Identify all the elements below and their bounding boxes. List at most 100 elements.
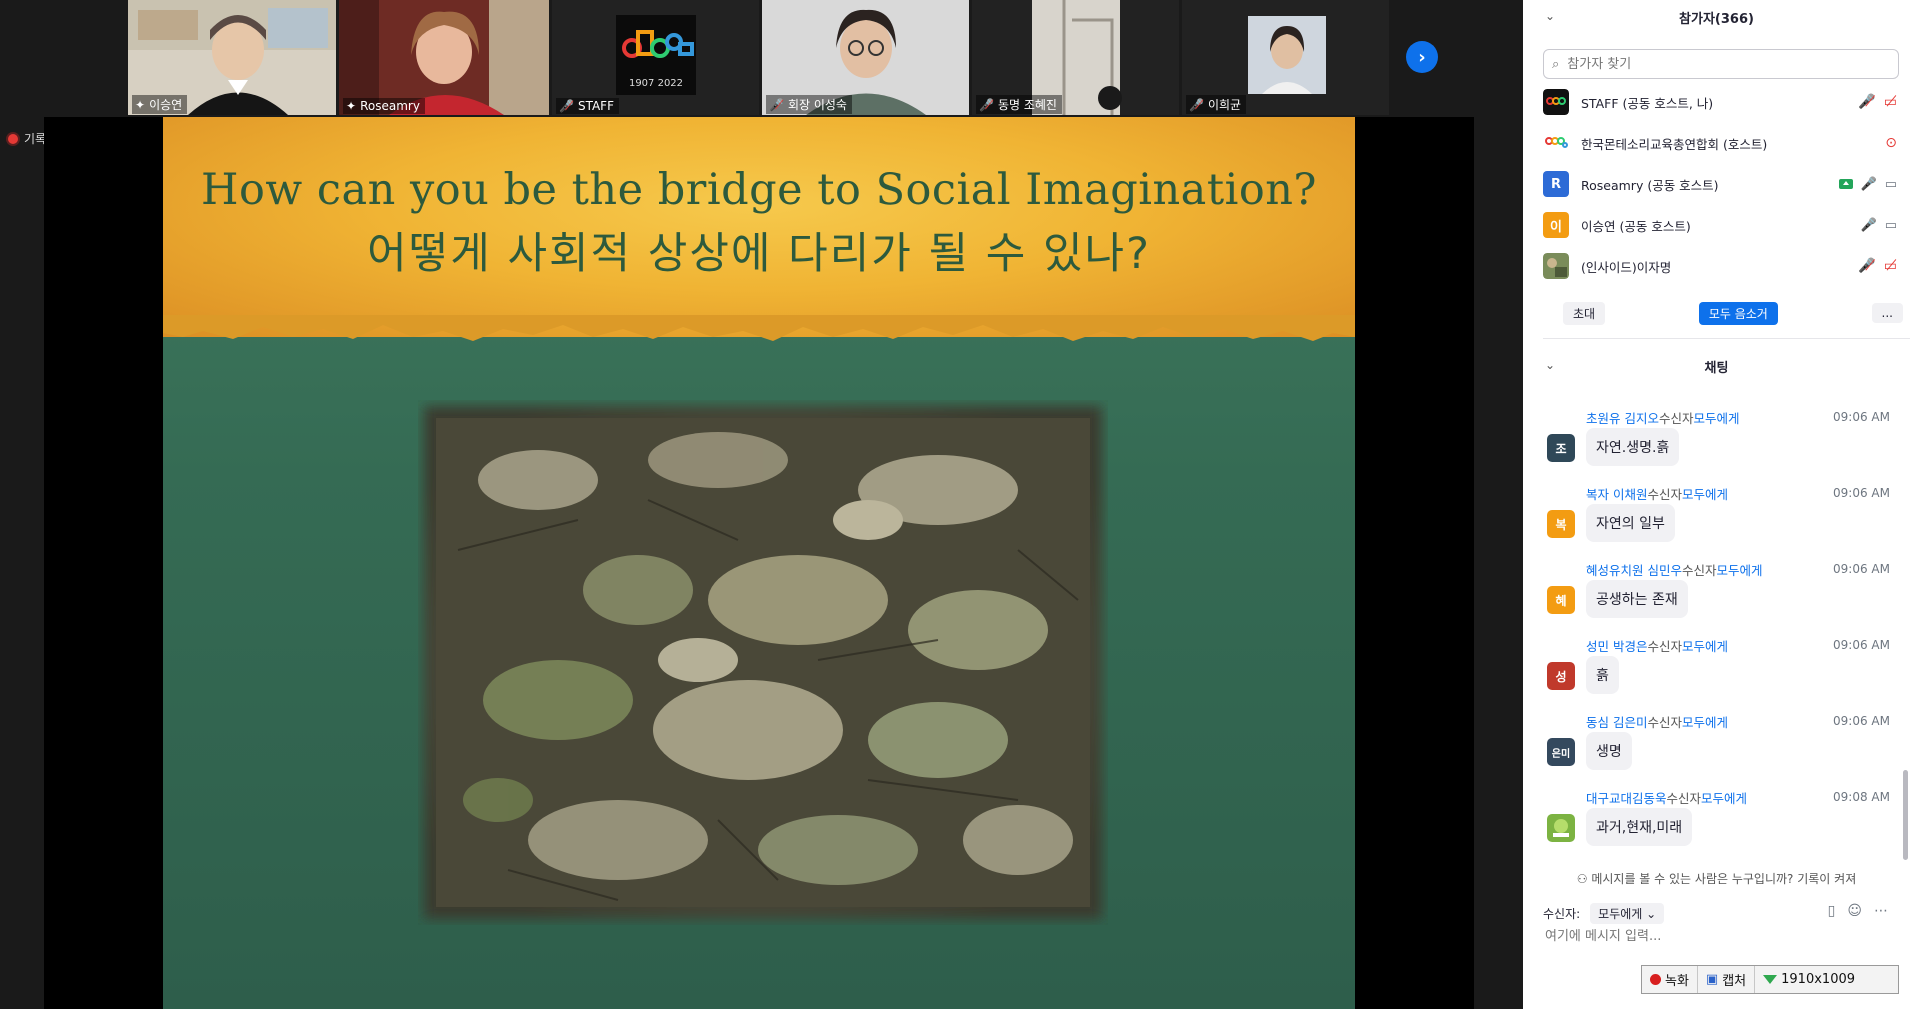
video-thumbnail[interactable]: 🎤̸ 동명 조혜진	[972, 0, 1179, 115]
message-time: 09:06 AM	[1833, 714, 1890, 728]
leaf-litter-photo	[424, 406, 1102, 919]
chevron-right-icon: ›	[1418, 46, 1426, 68]
mic-muted-icon[interactable]: 🎤̸	[1858, 94, 1875, 110]
video-icon[interactable]: ▭	[1885, 177, 1897, 192]
monitor-icon: ▣	[1705, 972, 1719, 987]
message-bubble: 자연.생명.흙	[1586, 428, 1680, 466]
recipient-selector: 수신자: 모두에게 ⌄	[1543, 903, 1665, 924]
chat-scrollbar[interactable]	[1903, 770, 1908, 860]
screen-share-icon	[1838, 179, 1853, 189]
more-options-button[interactable]: ...	[1871, 303, 1903, 323]
meeting-area: ✦ 이승연 ✦ Roseamry 1907 2022 🎤̸ STAFF 🎤̸ 회…	[0, 0, 1523, 1009]
people-icon: ⚇	[1576, 872, 1588, 886]
sender-avatar: 은미	[1547, 738, 1575, 766]
chat-message: 성민 박경은수신자모두에게 09:06 AM 성 흙	[1523, 636, 1910, 712]
more-icon[interactable]: ⋯	[1874, 903, 1888, 919]
video-thumbnail[interactable]: 1907 2022 🎤̸ STAFF	[552, 0, 759, 115]
presentation-slide: How can you be the bridge to Social Imag…	[163, 117, 1355, 1009]
side-panel: ⌄ 참가자(366) ⌕ STAFF (공동 호스트, 나) 🎤̸ ▭̸ 한국몬…	[1523, 0, 1910, 1009]
message-time: 09:06 AM	[1833, 562, 1890, 576]
mic-muted-icon: 🎤̸	[559, 99, 574, 113]
mic-muted-icon[interactable]: 🎤̸	[1858, 258, 1875, 274]
video-thumbnail[interactable]: ✦ 이승연	[128, 0, 336, 115]
message-bubble: 공생하는 존재	[1586, 580, 1688, 618]
participant-row[interactable]: STAFF (공동 호스트, 나) 🎤̸ ▭̸	[1543, 83, 1903, 121]
host-pin-icon: ✦	[135, 97, 146, 112]
participant-row[interactable]: (인사이드)이자명 🎤̸ ▭̸	[1543, 247, 1903, 285]
participant-row[interactable]: 한국몬테소리교육총연합회 (호스트) ⊙	[1543, 124, 1903, 162]
participant-name-tag: ✦ Roseamry	[343, 98, 425, 114]
resolution-selector[interactable]: 1910x1009	[1754, 966, 1863, 993]
message-bubble: 자연의 일부	[1586, 504, 1675, 542]
file-icon[interactable]: ▯	[1828, 903, 1836, 919]
mic-muted-icon: 🎤̸	[1189, 97, 1204, 112]
participant-name-tag: 🎤̸ 동명 조혜진	[976, 95, 1062, 114]
participant-logo-avatar	[1543, 89, 1569, 115]
participant-name: 한국몬테소리교육총연합회 (호스트)	[1581, 136, 1768, 152]
participant-search-input[interactable]	[1565, 55, 1870, 73]
chat-title: 채팅	[1704, 361, 1729, 376]
video-thumbnail[interactable]: 🎤̸ 이희균	[1182, 0, 1389, 115]
mute-all-button[interactable]: 모두 음소거	[1698, 301, 1778, 325]
message-time: 09:06 AM	[1833, 486, 1890, 500]
participant-name-tag: 🎤̸ STAFF	[556, 98, 619, 114]
recipient-dropdown[interactable]: 모두에게 ⌄	[1590, 903, 1665, 924]
message-bubble: 과거,현재,미래	[1586, 808, 1693, 846]
participant-name: STAFF	[577, 99, 614, 113]
recording-dot-icon	[8, 133, 18, 144]
participant-row[interactable]: 이 이승연 (공동 호스트) 🎤 ▭	[1543, 206, 1903, 244]
participant-name: STAFF (공동 호스트, 나)	[1581, 95, 1714, 111]
slide-title: How can you be the bridge to Social Imag…	[201, 165, 1317, 215]
mic-icon[interactable]: 🎤	[1861, 177, 1877, 192]
mic-muted-icon: 🎤̸	[979, 97, 994, 112]
participant-name: 이희균	[1207, 98, 1242, 112]
participant-actions: 초대 모두 음소거 ...	[1543, 300, 1903, 326]
participant-search-box[interactable]: ⌕	[1543, 49, 1899, 79]
video-off-icon[interactable]: ▭̸	[1884, 258, 1897, 274]
chat-visibility-notice[interactable]: ⚇ 메시지를 볼 수 있는 사람은 누구입니까? 기록이 켜져	[1523, 870, 1910, 887]
shared-screen: How can you be the bridge to Social Imag…	[44, 117, 1474, 1009]
sender-avatar: 복	[1547, 510, 1575, 538]
chat-message: 초원유 김지오수신자모두에게 09:06 AM 조 자연.생명.흙	[1523, 408, 1910, 484]
message-time: 09:06 AM	[1833, 410, 1890, 424]
participant-avatar: R	[1543, 171, 1569, 197]
message-sender: 초원유 김지오수신자모두에게	[1586, 411, 1740, 426]
capture-button[interactable]: ▣ 캡처	[1696, 966, 1754, 993]
message-sender: 동심 김은미수신자모두에게	[1586, 715, 1729, 730]
participants-header: ⌄ 참가자(366)	[1523, 0, 1910, 34]
participant-row[interactable]: R Roseamry (공동 호스트) 🎤 ▭	[1543, 165, 1903, 203]
participants-title: 참가자(366)	[1679, 12, 1754, 27]
video-off-icon[interactable]: ▭̸	[1884, 94, 1897, 110]
sender-avatar: 혜	[1547, 586, 1575, 614]
participant-avatar: 이	[1543, 212, 1569, 238]
participant-name: 이승연 (공동 호스트)	[1581, 218, 1691, 234]
message-sender: 성민 박경은수신자모두에게	[1586, 639, 1729, 654]
chat-message-input[interactable]	[1543, 928, 1897, 945]
participant-photo-avatar	[1543, 253, 1569, 279]
invite-button[interactable]: 초대	[1563, 301, 1606, 325]
recording-status-icon: ⊙	[1885, 135, 1897, 151]
sender-avatar: 조	[1547, 434, 1575, 462]
participant-logo-avatar	[1543, 130, 1569, 156]
chat-message-list[interactable]: 초원유 김지오수신자모두에게 09:06 AM 조 자연.생명.흙 복자 이채원…	[1523, 380, 1910, 860]
chat-notice-text: 메시지를 볼 수 있는 사람은 누구입니까? 기록이 켜져	[1591, 872, 1857, 886]
message-time: 09:06 AM	[1833, 638, 1890, 652]
video-thumbnail-active-speaker[interactable]: ✦ Roseamry	[339, 0, 549, 115]
message-time: 09:08 AM	[1833, 790, 1890, 804]
host-pin-icon: ✦	[346, 99, 357, 113]
emoji-icon[interactable]: ☺	[1847, 903, 1862, 919]
participant-name: Roseamry (공동 호스트)	[1581, 177, 1719, 193]
slide-subtitle: 어떻게 사회적 상상에 다리가 될 수 있나?	[367, 229, 1151, 279]
video-thumbnail[interactable]: 🎤̸ 회장 이성숙	[762, 0, 969, 115]
chat-message: 대구교대김동욱수신자모두에게 09:08 AM 과거,현재,미래	[1523, 788, 1910, 864]
participant-name: (인사이드)이자명	[1581, 259, 1672, 275]
logo-year-text: 1907 2022	[629, 78, 683, 89]
next-video-page-button[interactable]: ›	[1406, 41, 1438, 73]
slide-torn-edge	[163, 315, 1355, 341]
record-button[interactable]: 녹화	[1642, 966, 1697, 993]
video-icon[interactable]: ▭	[1885, 218, 1897, 233]
mic-icon[interactable]: 🎤	[1861, 218, 1877, 233]
message-sender: 복자 이채원수신자모두에게	[1586, 487, 1729, 502]
chat-header: ⌄ 채팅	[1523, 349, 1910, 383]
message-sender: 대구교대김동욱수신자모두에게	[1586, 791, 1748, 806]
